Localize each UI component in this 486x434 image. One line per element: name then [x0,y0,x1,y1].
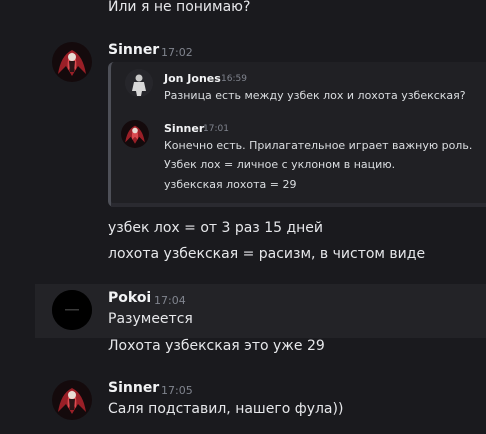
quote-scrollbar[interactable] [111,203,486,207]
quoted-author[interactable]: Sinner [164,122,204,135]
message-timestamp: 17:02 [161,46,193,59]
chat-log: Или я не понимаю? Sinner 17:02 Jon Jones… [0,0,486,434]
message-timestamp: 17:04 [154,294,186,307]
quoted-text-line: Конечно есть. Прилагательное играет важн… [164,139,473,152]
quoted-text: Разница есть между узбек лох и лохота уз… [164,89,466,102]
avatar-pokoi[interactable] [52,290,92,330]
message-text: Или я не понимаю? [108,0,251,15]
message-timestamp: 17:05 [161,384,193,397]
quoted-timestamp: 17:01 [203,124,229,134]
quoted-author[interactable]: Jon Jones [164,72,221,85]
avatar-sinner-small[interactable] [121,120,149,148]
message-text: Саля подставил, нашего фула)) [108,401,344,417]
message-hover-highlight [35,284,486,338]
message-text: лохота узбекская = расизм, в чистом виде [108,246,426,262]
message-author[interactable]: Pokoi [108,290,151,306]
quoted-text-line: Узбек лох = личное с уклоном в нацию. [164,158,396,171]
quoted-timestamp: 16:59 [221,74,247,84]
forwarded-quote-block[interactable]: Jon Jones 16:59 Разница есть между узбек… [108,62,486,207]
avatar-jon-jones[interactable] [125,69,153,97]
avatar-sinner[interactable] [52,380,92,420]
message-text: Разумеется [108,311,193,327]
message-text: узбек лох = от 3 раз 15 дней [108,220,324,236]
message-author[interactable]: Sinner [108,380,159,396]
message-text: Лохота узбекская это уже 29 [108,338,325,354]
quoted-text-line: узбекская лохота = 29 [164,178,297,191]
avatar-sinner[interactable] [52,42,92,82]
message-author[interactable]: Sinner [108,42,159,58]
